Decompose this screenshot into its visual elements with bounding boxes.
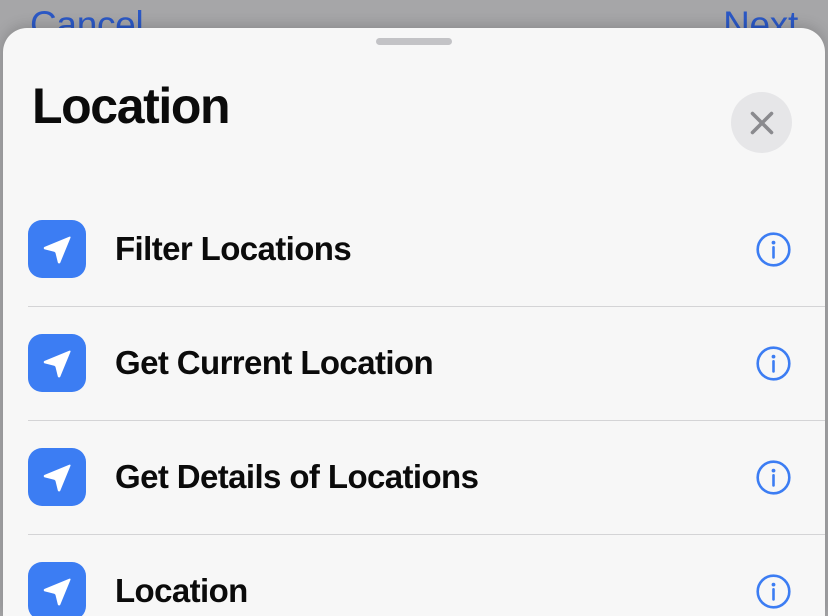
list-item[interactable]: Location [3,534,825,616]
list-item[interactable]: Filter Locations [3,192,825,306]
location-modal-sheet: Location Filter Locations Get Current Lo… [3,28,825,616]
info-button[interactable] [753,343,793,383]
location-arrow-icon [28,334,86,392]
location-arrow-icon [28,220,86,278]
info-circle-icon [755,231,791,267]
info-circle-icon [755,345,791,381]
location-arrow-icon [28,448,86,506]
sheet-grabber-area[interactable] [3,28,825,54]
sheet-header: Location [3,54,825,186]
page-title: Location [32,78,231,134]
list-item[interactable]: Get Current Location [3,306,825,420]
info-circle-icon [755,459,791,495]
info-circle-icon [755,573,791,609]
info-button[interactable] [753,457,793,497]
info-button[interactable] [753,571,793,611]
list-item[interactable]: Get Details of Locations [3,420,825,534]
list-item-label: Get Current Location [115,344,434,381]
list-item-label: Location [115,572,248,609]
action-list: Filter Locations Get Current Location Ge… [3,192,825,616]
location-arrow-icon [28,562,86,616]
close-button[interactable] [731,92,792,153]
info-button[interactable] [753,229,793,269]
sheet-grabber[interactable] [376,37,452,45]
list-item-label: Get Details of Locations [115,458,479,495]
screen-root: Cancel Next Location Filter Locations Ge… [0,0,828,616]
list-item-label: Filter Locations [115,230,352,267]
close-icon [750,111,773,134]
